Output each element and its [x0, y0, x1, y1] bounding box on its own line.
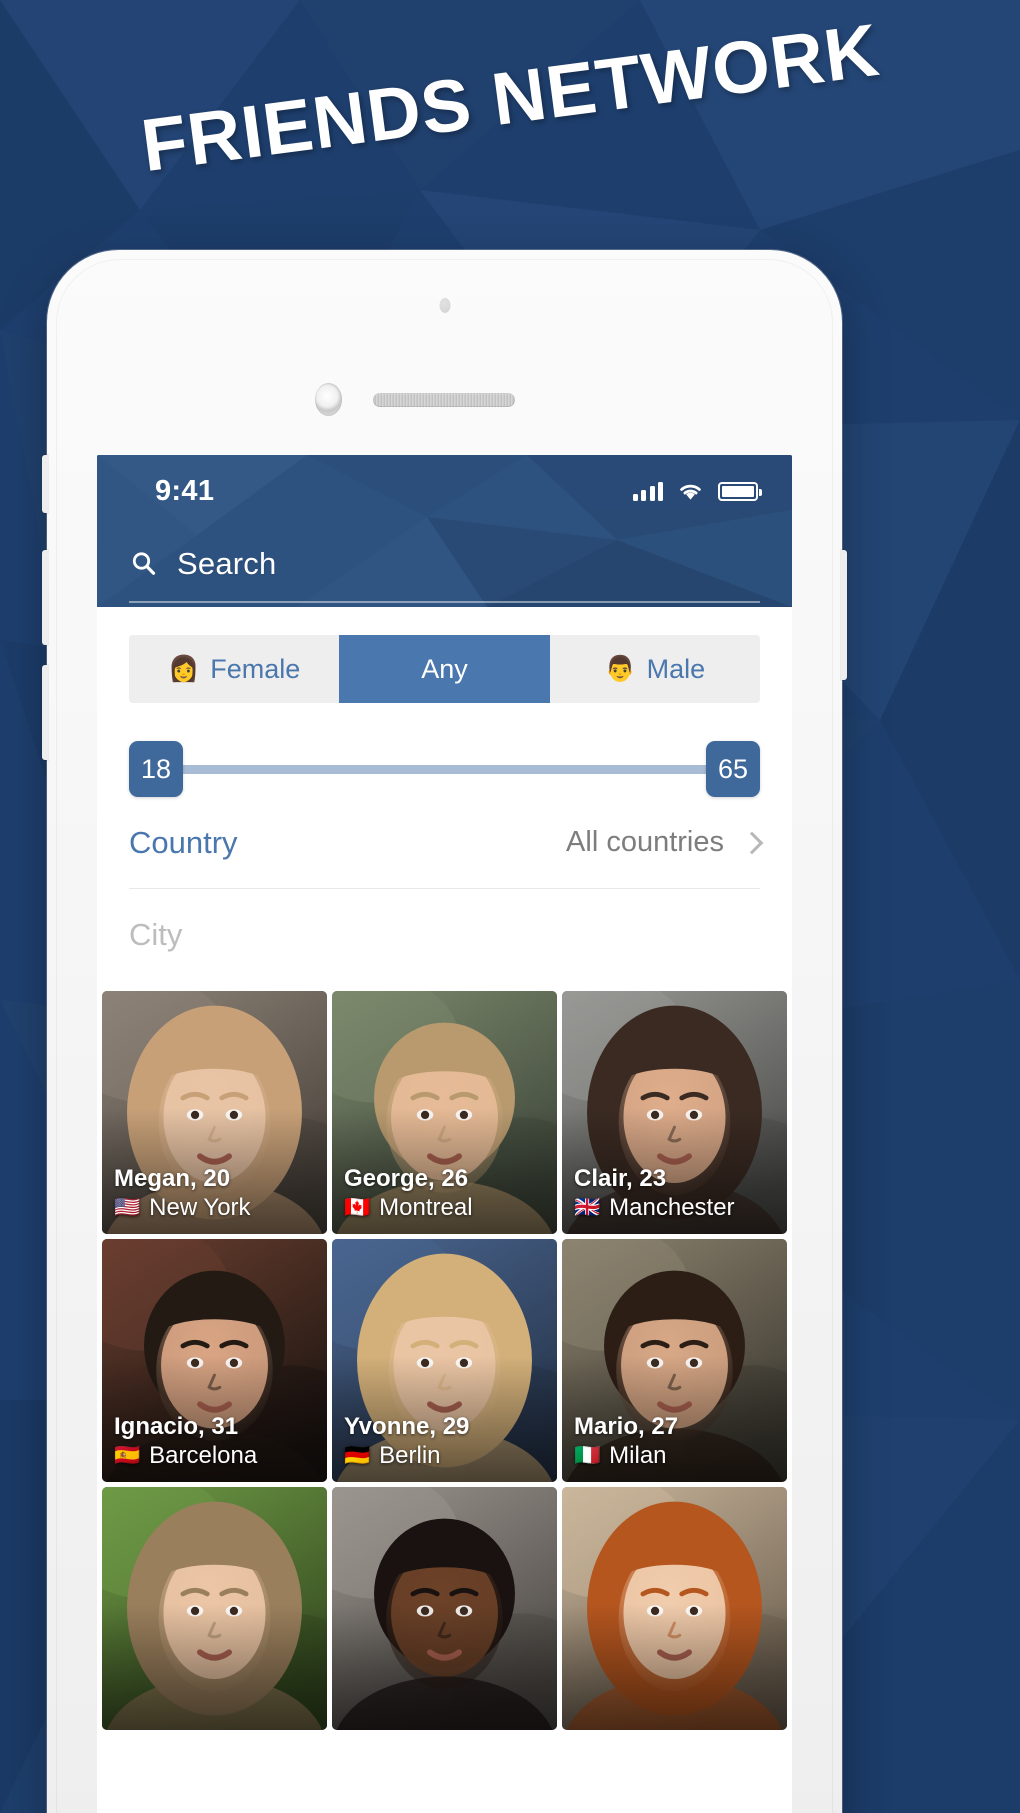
- profile-meta: George, 26 🇨🇦 Montreal: [344, 1164, 547, 1223]
- country-flag-icon: 🇺🇸: [114, 1195, 141, 1219]
- profile-card[interactable]: Mario, 27 🇮🇹 Milan: [562, 1239, 787, 1482]
- profile-location: 🇨🇦 Montreal: [344, 1193, 547, 1223]
- search-input[interactable]: Search: [177, 546, 276, 582]
- earpiece-speaker-icon: [373, 393, 515, 407]
- gender-option-any-label: Any: [421, 653, 468, 684]
- female-avatar-icon: 👩: [168, 654, 200, 683]
- profile-name: Clair, 23: [574, 1164, 667, 1192]
- profile-card[interactable]: [332, 1487, 557, 1730]
- proximity-sensor-icon: [315, 383, 342, 416]
- filters-panel: 👩 Female Any 👨 Male 18 65 Country All co…: [97, 635, 792, 981]
- age-min-value: 18: [140, 753, 172, 784]
- profile-card[interactable]: Ignacio, 31 🇪🇸 Barcelona: [102, 1239, 327, 1482]
- photo-gradient: [102, 1603, 327, 1730]
- phone-screen: 9:41 Search 👩 Female Any 👨 Male 18 65 Co…: [97, 455, 792, 1813]
- gender-option-any[interactable]: Any: [339, 635, 550, 703]
- age-slider-max-thumb[interactable]: 65: [706, 741, 760, 797]
- search-icon: [129, 549, 159, 579]
- power-button[interactable]: [841, 550, 847, 680]
- city-input[interactable]: City: [129, 917, 182, 953]
- country-flag-icon: 🇨🇦: [344, 1195, 371, 1219]
- profile-meta: Ignacio, 31 🇪🇸 Barcelona: [114, 1412, 317, 1471]
- profile-location: 🇬🇧 Manchester: [574, 1193, 777, 1223]
- profile-meta: Clair, 23 🇬🇧 Manchester: [574, 1164, 777, 1223]
- profile-location: 🇮🇹 Milan: [574, 1441, 777, 1471]
- status-bar: 9:41: [97, 455, 792, 527]
- phone-mockup: 9:41 Search 👩 Female Any 👨 Male 18 65 Co…: [42, 250, 847, 1813]
- profile-name: Ignacio, 31: [114, 1412, 239, 1440]
- profile-location: 🇺🇸 New York: [114, 1193, 317, 1223]
- profile-card[interactable]: Yvonne, 29 🇩🇪 Berlin: [332, 1239, 557, 1482]
- country-flag-icon: 🇩🇪: [344, 1443, 371, 1467]
- country-value: All countries: [566, 826, 724, 858]
- country-value-group: All countries: [566, 826, 764, 859]
- gender-segmented-control: 👩 Female Any 👨 Male: [129, 635, 760, 703]
- chevron-right-icon: [740, 831, 764, 854]
- profile-meta: Yvonne, 29 🇩🇪 Berlin: [344, 1412, 547, 1471]
- profile-city: Barcelona: [149, 1442, 258, 1469]
- profile-city: Manchester: [609, 1194, 735, 1221]
- status-icons: [632, 481, 762, 501]
- profile-location: 🇪🇸 Barcelona: [114, 1441, 317, 1471]
- profile-name: George, 26: [344, 1164, 469, 1192]
- profile-city: Milan: [609, 1442, 667, 1469]
- profile-city: Berlin: [379, 1442, 441, 1469]
- country-label: Country: [129, 824, 238, 860]
- gender-option-female-label: Female: [210, 653, 301, 684]
- photo-gradient: [562, 1603, 787, 1730]
- front-camera-icon: [439, 298, 450, 313]
- profile-card[interactable]: [562, 1487, 787, 1730]
- profile-card[interactable]: [102, 1487, 327, 1730]
- male-avatar-icon: 👨: [604, 654, 636, 683]
- age-slider-track: [129, 765, 760, 774]
- gender-option-male-label: Male: [646, 653, 706, 684]
- app-header: 9:41 Search: [97, 455, 792, 607]
- profile-meta: Megan, 20 🇺🇸 New York: [114, 1164, 317, 1223]
- country-flag-icon: 🇪🇸: [114, 1443, 141, 1467]
- photo-gradient: [332, 1603, 557, 1730]
- mute-switch[interactable]: [42, 455, 48, 513]
- profile-card[interactable]: George, 26 🇨🇦 Montreal: [332, 991, 557, 1234]
- profile-name: Yvonne, 29: [344, 1412, 470, 1440]
- profile-location: 🇩🇪 Berlin: [344, 1441, 547, 1471]
- country-row[interactable]: Country All countries: [129, 797, 764, 889]
- country-flag-icon: 🇬🇧: [574, 1195, 601, 1219]
- age-slider-min-thumb[interactable]: 18: [129, 741, 183, 797]
- profile-card[interactable]: Clair, 23 🇬🇧 Manchester: [562, 991, 787, 1234]
- status-time: 9:41: [155, 474, 215, 507]
- gender-option-male[interactable]: 👨 Male: [549, 635, 760, 703]
- search-bar[interactable]: Search: [129, 527, 760, 603]
- country-flag-icon: 🇮🇹: [574, 1443, 601, 1467]
- volume-down-button[interactable]: [42, 665, 48, 760]
- city-row[interactable]: City: [129, 889, 760, 981]
- profile-card[interactable]: Megan, 20 🇺🇸 New York: [102, 991, 327, 1234]
- gender-option-female[interactable]: 👩 Female: [129, 635, 340, 703]
- profile-grid: Megan, 20 🇺🇸 New York George, 26 🇨🇦 Montreal C…: [97, 991, 792, 1730]
- signal-bars-icon: [632, 481, 663, 501]
- profile-city: Montreal: [379, 1194, 473, 1221]
- wifi-icon: [680, 484, 701, 500]
- age-range-slider[interactable]: 18 65: [129, 741, 760, 797]
- age-max-value: 65: [717, 753, 749, 784]
- profile-city: New York: [149, 1194, 251, 1221]
- profile-name: Megan, 20: [114, 1164, 231, 1192]
- profile-meta: Mario, 27 🇮🇹 Milan: [574, 1412, 777, 1471]
- battery-full-icon: [718, 481, 762, 501]
- volume-up-button[interactable]: [42, 550, 48, 645]
- poster-canvas: FRIENDS NETWORK 9:41 Search 👩 Female Any…: [0, 0, 1020, 1813]
- profile-name: Mario, 27: [574, 1412, 679, 1440]
